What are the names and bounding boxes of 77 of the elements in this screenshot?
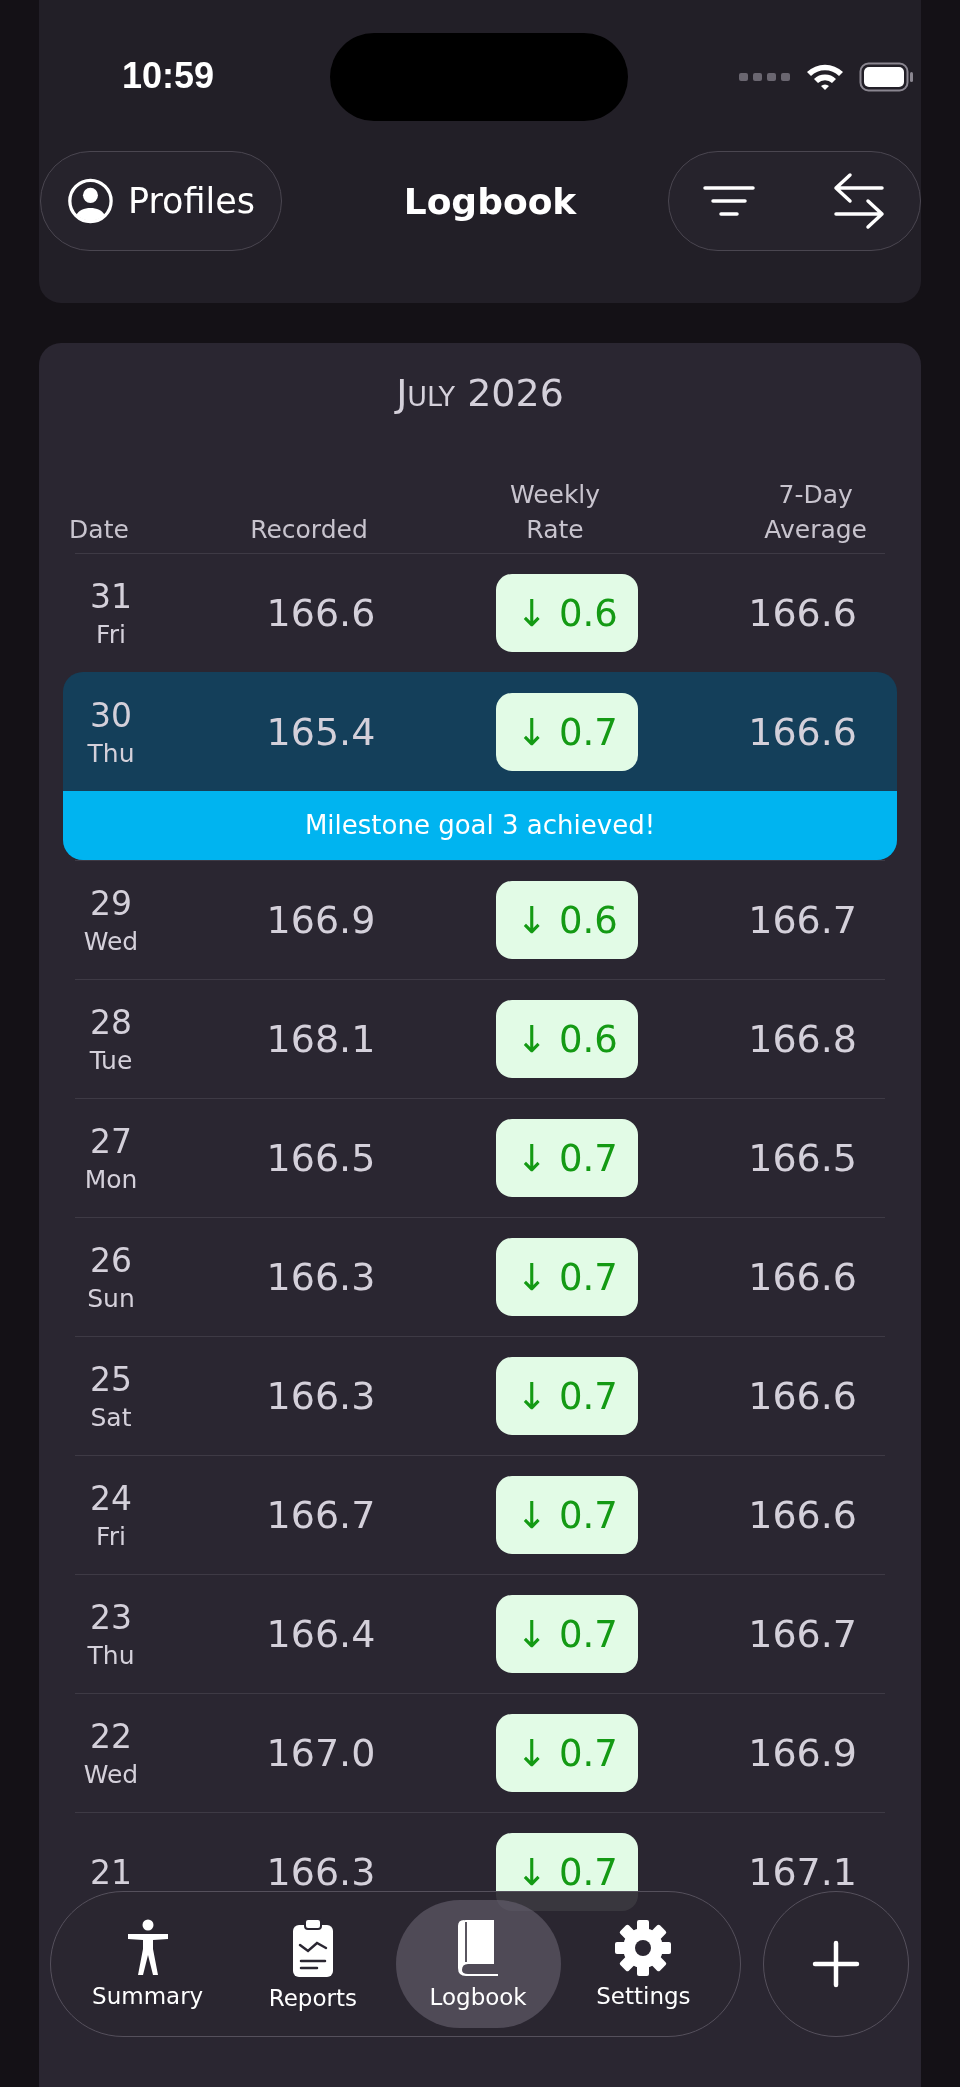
- recorded-value: 166.7: [265, 1493, 377, 1537]
- rate-badge: ↓ 0.7: [496, 1595, 638, 1673]
- rate-badge: ↓ 0.6: [496, 574, 638, 652]
- day-number: 30: [90, 696, 132, 735]
- day-number: 23: [90, 1598, 132, 1637]
- weekday: Wed: [83, 927, 139, 956]
- day-number: 27: [90, 1122, 132, 1161]
- day-number: 31: [90, 577, 132, 616]
- recorded-value: 166.9: [265, 898, 377, 942]
- wifi-icon: [805, 62, 845, 92]
- weekday: Mon: [84, 1165, 138, 1194]
- profiles-button[interactable]: Profiles: [40, 151, 282, 251]
- average-value: 166.6: [748, 1374, 857, 1418]
- average-value: 166.6: [748, 710, 857, 754]
- average-value: 166.5: [748, 1136, 857, 1180]
- day-number: 26: [90, 1241, 132, 1280]
- milestone-banner: Milestone goal 3 achieved!: [63, 791, 897, 860]
- weekday: Thu: [87, 1641, 135, 1670]
- rate-badge: ↓ 0.7: [496, 1119, 638, 1197]
- recorded-value: 166.4: [265, 1612, 377, 1656]
- highlighted-row[interactable]: 30 Thu 165.4 ↓ 0.7 166.6 Milestone goal 3 achieved!: [63, 672, 897, 860]
- clipboard-icon: [290, 1917, 335, 1979]
- status-time: 10:59: [122, 55, 215, 97]
- average-value: 166.6: [748, 1493, 857, 1537]
- rate-badge: ↓ 0.7: [496, 1714, 638, 1792]
- swap-arrows-icon[interactable]: [832, 172, 886, 230]
- average-value: 166.7: [748, 898, 857, 942]
- tab[interactable]: Logbook: [395, 1900, 561, 2028]
- weekday: Sat: [90, 1403, 132, 1432]
- weekday: Tue: [89, 1046, 133, 1075]
- weekday: Wed: [83, 1760, 139, 1789]
- average-value: 166.8: [748, 1017, 857, 1061]
- weekday: Thu: [87, 739, 135, 768]
- month-title: July 2026: [393, 370, 565, 415]
- recorded-value: 166.6: [265, 591, 377, 635]
- day-number: 22: [90, 1717, 132, 1756]
- filter-icon[interactable]: [703, 184, 755, 218]
- weekday: Fri: [96, 1522, 126, 1551]
- column-header: 7-Day Average: [764, 479, 867, 546]
- recorded-value: 165.4: [265, 710, 377, 754]
- average-value: 166.9: [748, 1731, 857, 1775]
- day-number: 28: [90, 1003, 132, 1042]
- recorded-value: 166.5: [265, 1136, 377, 1180]
- day-number: 21: [90, 1852, 132, 1892]
- rate-badge: ↓ 0.7: [496, 693, 638, 771]
- weekday: Sun: [87, 1284, 135, 1313]
- column-header: Weekly Rate: [508, 479, 602, 546]
- average-value: 166.6: [748, 1255, 857, 1299]
- day-number: 25: [90, 1360, 132, 1399]
- column-header: Recorded: [249, 514, 369, 546]
- average-value: 166.6: [748, 591, 857, 635]
- recorded-value: 166.3: [265, 1255, 377, 1299]
- signal-icon: [739, 72, 791, 82]
- column-header: Date: [68, 514, 130, 546]
- book-icon: [456, 1918, 501, 1978]
- profile-icon: [67, 176, 114, 226]
- screen-title: Logbook: [403, 180, 577, 222]
- tab[interactable]: Summary: [65, 1900, 231, 2028]
- rate-badge: ↓ 0.7: [496, 1238, 638, 1316]
- gear-icon: [614, 1919, 673, 1977]
- rate-badge: ↓ 0.7: [496, 1476, 638, 1554]
- recorded-value: 168.1: [265, 1017, 377, 1061]
- recorded-value: 166.3: [265, 1374, 377, 1418]
- rate-badge: ↓ 0.6: [496, 881, 638, 959]
- figure-icon: [125, 1919, 170, 1977]
- recorded-value: 166.3: [265, 1850, 377, 1894]
- rate-badge: ↓ 0.7: [496, 1357, 638, 1435]
- battery-icon: [859, 62, 915, 92]
- day-number: 29: [90, 884, 132, 923]
- day-number: 24: [90, 1479, 132, 1518]
- average-value: 166.7: [748, 1612, 857, 1656]
- plus-icon: [812, 1940, 860, 1988]
- average-value: 167.1: [748, 1850, 857, 1894]
- tab[interactable]: Reports: [230, 1900, 396, 2028]
- recorded-value: 167.0: [265, 1731, 377, 1775]
- weekday: Fri: [96, 620, 126, 649]
- rate-badge: ↓ 0.6: [496, 1000, 638, 1078]
